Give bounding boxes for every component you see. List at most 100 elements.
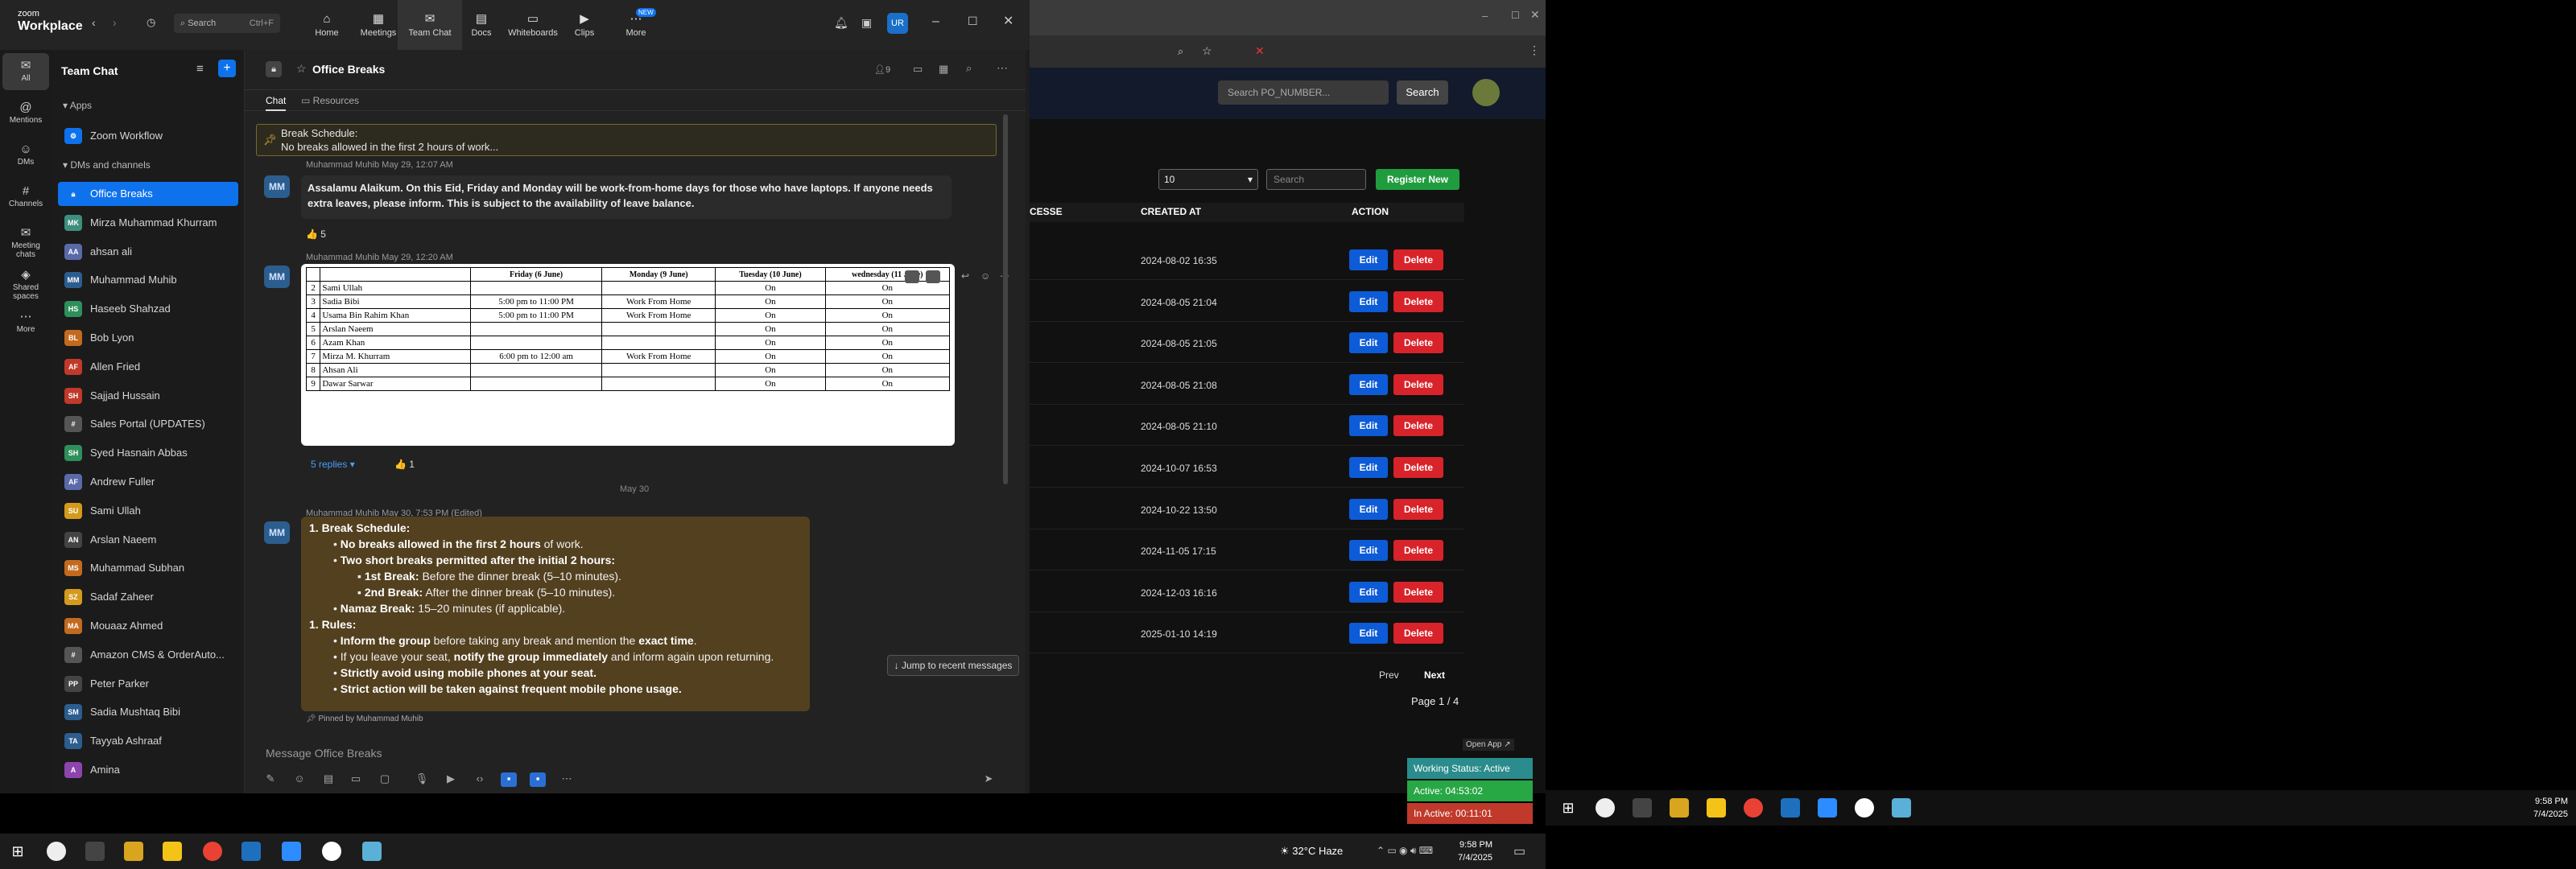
maximize-icon[interactable]: ☐ xyxy=(968,14,978,28)
search-box[interactable]: ⌕ Search Ctrl+F xyxy=(174,14,280,33)
rail-item-all[interactable]: ✉ All xyxy=(2,53,49,90)
file-explorer-icon[interactable] xyxy=(124,842,143,861)
vscode-icon[interactable] xyxy=(1781,798,1800,818)
edit-button[interactable]: Edit xyxy=(1349,581,1388,603)
mic-icon[interactable]: 🎙︎ xyxy=(414,772,430,787)
edit-button[interactable]: Edit xyxy=(1349,332,1388,354)
delete-button[interactable]: Delete xyxy=(1393,540,1443,562)
delete-button[interactable]: Delete xyxy=(1393,332,1443,354)
app-icon[interactable] xyxy=(362,842,382,861)
history-icon[interactable]: ◷ xyxy=(147,16,155,29)
emoji-icon[interactable]: ☺ xyxy=(980,270,990,282)
delete-button[interactable]: Delete xyxy=(1393,623,1443,645)
reaction-chip[interactable]: 👍 5 xyxy=(306,229,326,240)
chrome-icon[interactable] xyxy=(1744,798,1763,818)
format-icon[interactable]: ✎ xyxy=(262,772,279,787)
reaction-chip[interactable]: 👍 1 xyxy=(394,459,415,470)
sidebar-title[interactable]: Team Chat xyxy=(61,64,118,77)
avatar[interactable]: MM xyxy=(264,521,290,544)
zoom-app-icon[interactable] xyxy=(282,842,301,861)
task-view-icon[interactable] xyxy=(1633,798,1652,818)
search-icon[interactable]: ⌕ xyxy=(966,62,972,75)
prev-button[interactable]: Prev xyxy=(1379,669,1399,681)
close-icon[interactable]: ✕ xyxy=(1530,8,1540,22)
sidebar-item[interactable]: MM Muhammad Muhib xyxy=(58,268,238,292)
app-icon[interactable]: ▪ xyxy=(530,772,546,787)
edit-button[interactable]: Edit xyxy=(1349,373,1388,395)
sidebar-item[interactable]: MA Mouaaz Ahmed xyxy=(58,614,238,638)
edit-button[interactable]: Edit xyxy=(1349,415,1388,437)
po-search-input[interactable]: Search PO_NUMBER... xyxy=(1218,80,1389,105)
maximize-icon[interactable]: ☐ xyxy=(1511,10,1520,21)
sidebar-item[interactable]: MS Muhammad Subhan xyxy=(58,556,238,580)
share-image-icon[interactable] xyxy=(926,270,940,283)
sidebar-item[interactable]: # Amazon CMS & OrderAuto... xyxy=(58,643,238,667)
register-new-button[interactable]: Register New xyxy=(1376,169,1459,190)
delete-button[interactable]: Delete xyxy=(1393,249,1443,270)
sidebar-item-zoom-workflow[interactable]: ⚙ Zoom Workflow xyxy=(58,124,238,148)
schedule-image[interactable]: Friday (6 June) Monday (9 June) Tuesday (1… xyxy=(301,264,955,446)
rail-item-dms[interactable]: ☺ DMs xyxy=(2,137,49,174)
open-app-button[interactable]: Open App ↗ xyxy=(1463,739,1514,751)
message-input[interactable]: Message Office Breaks xyxy=(256,739,1013,768)
edit-button[interactable]: Edit xyxy=(1349,290,1388,312)
sidebar-item[interactable]: AF Andrew Fuller xyxy=(58,470,238,494)
delete-button[interactable]: Delete xyxy=(1393,457,1443,478)
store-icon[interactable] xyxy=(1707,798,1726,818)
tray-icons[interactable]: ⌃ ▭ ◉ 🔊︎ ⌨ xyxy=(1377,845,1433,857)
edit-button[interactable]: Edit xyxy=(1349,540,1388,562)
calendar-icon[interactable]: ▦ xyxy=(939,63,948,76)
search-icon[interactable] xyxy=(1596,798,1615,818)
sidebar-item[interactable]: SU Sami Ullah xyxy=(58,499,238,523)
sidebar-item[interactable]: AN Arslan Naeem xyxy=(58,528,238,552)
sidebar-item[interactable]: HS Haseeb Shahzad xyxy=(58,297,238,321)
rail-item-shared-spaces[interactable]: ◈ Shared spaces xyxy=(2,262,49,301)
replies-link[interactable]: 5 replies ▾ xyxy=(311,459,355,470)
edit-button[interactable]: Edit xyxy=(1349,623,1388,645)
code-icon[interactable]: ‹› xyxy=(472,772,488,787)
more-tools-icon[interactable]: ⋯ xyxy=(559,772,575,787)
file-icon[interactable]: ▭ xyxy=(348,772,364,787)
delete-button[interactable]: Delete xyxy=(1393,581,1443,603)
sidebar-item[interactable]: SH Syed Hasnain Abbas xyxy=(58,441,238,465)
edit-button[interactable]: Edit xyxy=(1349,457,1388,478)
sidebar-item[interactable]: MK Mirza Muhammad Khurram xyxy=(58,211,238,235)
sidebar-item[interactable]: SZ Sadaf Zaheer xyxy=(58,585,238,609)
app-icon[interactable] xyxy=(1892,798,1911,818)
window-icon[interactable]: ▣ xyxy=(861,16,872,30)
sidebar-item[interactable]: SM Sadia Mushtaq Bibi xyxy=(58,700,238,724)
tab-resources[interactable]: ▭ Resources xyxy=(301,95,359,106)
sidebar-item[interactable]: # Sales Portal (UPDATES) xyxy=(58,412,238,436)
next-button[interactable]: Next xyxy=(1424,669,1445,681)
task-view-icon[interactable] xyxy=(85,842,105,861)
table-search-input[interactable]: Search xyxy=(1266,169,1366,190)
dms-header[interactable]: ▾ DMs and channels xyxy=(63,159,151,171)
emoji-icon[interactable]: ☺ xyxy=(291,772,308,787)
start-icon[interactable]: ⊞ xyxy=(8,842,27,861)
delete-button[interactable]: Delete xyxy=(1393,373,1443,395)
tab-chat[interactable]: Chat xyxy=(266,95,287,111)
sidebar-item[interactable]: BL Bob Lyon xyxy=(58,326,238,350)
chrome-icon[interactable] xyxy=(203,842,222,861)
sidebar-item[interactable]: A Amina xyxy=(58,758,238,782)
sidebar-item[interactable]: AA ahsan ali xyxy=(58,240,238,264)
bell-icon[interactable]: 🔔︎ xyxy=(834,16,848,30)
delete-button[interactable]: Delete xyxy=(1393,415,1443,437)
rail-item-more[interactable]: ⋯ More xyxy=(2,304,49,341)
new-chat-button[interactable]: + xyxy=(218,60,236,77)
avatar[interactable]: MM xyxy=(264,266,290,288)
zoom-app-icon[interactable] xyxy=(1818,798,1837,818)
send-icon[interactable]: ➤ xyxy=(980,772,997,787)
clock[interactable]: 9:58 PM 7/4/2025 xyxy=(1436,838,1492,864)
forward-arrow-icon[interactable]: › xyxy=(113,16,117,29)
app-icon[interactable]: ▪ xyxy=(501,772,517,787)
app-icon[interactable] xyxy=(322,842,341,861)
gif-icon[interactable]: ▤ xyxy=(320,772,336,787)
sidebar-item[interactable]: 🔒︎ Office Breaks xyxy=(58,182,238,206)
notification-icon[interactable]: ▭ xyxy=(1513,843,1525,859)
search-button[interactable]: Search xyxy=(1397,80,1448,105)
screenshot-icon[interactable]: ▢ xyxy=(377,772,393,787)
sidebar-item[interactable]: AF Allen Fried xyxy=(58,355,238,379)
search-icon[interactable] xyxy=(47,842,66,861)
delete-button[interactable]: Delete xyxy=(1393,498,1443,520)
